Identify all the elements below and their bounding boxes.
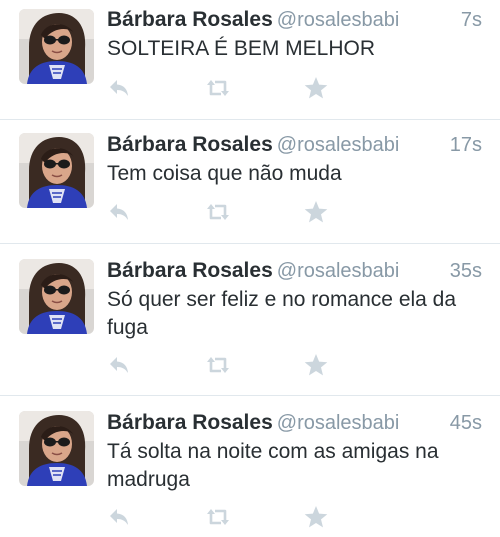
reply-button[interactable] [107,199,133,225]
tweet-text: Só quer ser feliz e no romance ela da fu… [107,288,457,339]
reply-button[interactable] [107,504,133,530]
retweet-icon [205,504,231,530]
avatar[interactable] [19,133,94,208]
reply-icon [107,199,133,225]
tweet-header: Bárbara Rosales @rosalesbabi 17s [107,133,482,161]
reply-button[interactable] [107,352,133,378]
author-handle[interactable]: @rosalesbabi [277,260,400,282]
avatar-photo [19,133,94,208]
avatar[interactable] [19,259,94,334]
reply-icon [107,75,133,101]
retweet-button[interactable] [205,199,231,225]
avatar-photo [19,411,94,486]
tweet-timestamp[interactable]: 35s [450,260,482,283]
tweet-item[interactable]: Bárbara Rosales @rosalesbabi 35s Só quer … [0,244,500,396]
retweet-icon [205,75,231,101]
avatar[interactable] [19,411,94,486]
retweet-button[interactable] [205,504,231,530]
tweet-header: Bárbara Rosales @rosalesbabi 35s [107,259,482,287]
tweet-text: Tá solta na noite com as amigas na madru… [107,440,439,491]
favorite-button[interactable] [303,199,329,225]
retweet-icon [205,352,231,378]
star-icon [303,504,329,530]
star-icon [303,352,329,378]
tweet-header: Bárbara Rosales @rosalesbabi 7s [107,8,482,36]
tweet-timestamp[interactable]: 45s [450,412,482,435]
author-name[interactable]: Bárbara Rosales [107,411,273,434]
author-handle[interactable]: @rosalesbabi [277,412,400,434]
author-name[interactable]: Bárbara Rosales [107,8,273,31]
avatar-photo [19,9,94,84]
avatar-photo [19,259,94,334]
reply-button[interactable] [107,75,133,101]
tweet-timestamp[interactable]: 7s [461,9,482,32]
retweet-button[interactable] [205,75,231,101]
retweet-button[interactable] [205,352,231,378]
retweet-icon [205,199,231,225]
favorite-button[interactable] [303,75,329,101]
tweet-text: SOLTEIRA É BEM MELHOR [107,37,376,60]
author-name[interactable]: Bárbara Rosales [107,259,273,282]
tweet-item[interactable]: Bárbara Rosales @rosalesbabi 45s Tá solta… [0,396,500,537]
author-name[interactable]: Bárbara Rosales [107,133,273,156]
favorite-button[interactable] [303,352,329,378]
tweet-header: Bárbara Rosales @rosalesbabi 45s [107,411,482,439]
tweet-item[interactable]: Bárbara Rosales @rosalesbabi 17s Tem cois… [0,120,500,244]
star-icon [303,75,329,101]
author-handle[interactable]: @rosalesbabi [277,9,400,31]
author-handle[interactable]: @rosalesbabi [277,134,400,156]
avatar[interactable] [19,9,94,84]
reply-icon [107,352,133,378]
reply-icon [107,504,133,530]
favorite-button[interactable] [303,504,329,530]
tweet-item[interactable]: Bárbara Rosales @rosalesbabi 7s SOLTEIRA … [0,0,500,120]
star-icon [303,199,329,225]
tweet-timestamp[interactable]: 17s [450,134,482,157]
tweet-timeline: Bárbara Rosales @rosalesbabi 7s SOLTEIRA … [0,0,500,537]
tweet-text: Tem coisa que não muda [107,162,342,185]
